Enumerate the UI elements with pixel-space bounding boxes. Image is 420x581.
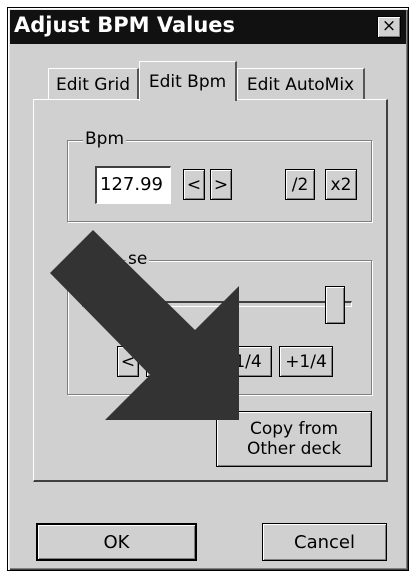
copy-from-other-deck-button[interactable]: Copy from Other deck [216, 411, 372, 467]
copy-button-line1: Copy from [249, 419, 339, 439]
phase-plus-quarter-button[interactable]: +1/4 [279, 346, 333, 377]
chevron-right-icon: > [213, 174, 229, 195]
minus-quarter-label: 1/4 [234, 351, 262, 372]
phase-minus-quarter-button[interactable]: 1/4 [224, 346, 272, 377]
tab-label: Edit AutoMix [246, 74, 355, 95]
phase-slider-thumb[interactable] [325, 286, 345, 324]
chevron-left-icon: < [120, 351, 136, 372]
phase-hidden-button[interactable] [146, 346, 176, 377]
close-icon: × [381, 16, 397, 36]
tab-edit-bpm[interactable]: Edit Bpm [139, 61, 237, 101]
bpm-double-button[interactable]: x2 [325, 169, 357, 200]
phase-prev-button[interactable]: < [117, 346, 139, 377]
tab-edit-automix[interactable]: Edit AutoMix [237, 68, 365, 100]
close-button[interactable]: × [377, 16, 401, 38]
halve-label: /2 [291, 174, 309, 195]
tab-label: Edit Grid [55, 74, 130, 95]
ok-button[interactable]: OK [36, 523, 197, 561]
double-label: x2 [330, 174, 352, 195]
plus-quarter-label: +1/4 [285, 351, 327, 372]
cancel-label: Cancel [294, 531, 355, 553]
chevron-left-icon: < [186, 174, 202, 195]
bpm-decrease-button[interactable]: < [183, 169, 205, 200]
tab-label: Edit Bpm [148, 71, 227, 92]
dialog-title: Adjust BPM Values [14, 13, 236, 37]
title-bar: Adjust BPM Values × [10, 10, 406, 44]
copy-button-line2: Other deck [246, 439, 342, 459]
bpm-input[interactable]: 127.99 [95, 166, 171, 204]
bpm-increase-button[interactable]: > [210, 169, 232, 200]
bpm-halve-button[interactable]: /2 [285, 169, 315, 200]
bpm-group-label: Bpm [83, 129, 127, 149]
phase-group-label: se [126, 249, 150, 269]
cancel-button[interactable]: Cancel [262, 523, 387, 561]
phase-slider-track[interactable] [82, 301, 352, 307]
ok-label: OK [103, 531, 130, 553]
tab-edit-grid[interactable]: Edit Grid [48, 68, 139, 100]
